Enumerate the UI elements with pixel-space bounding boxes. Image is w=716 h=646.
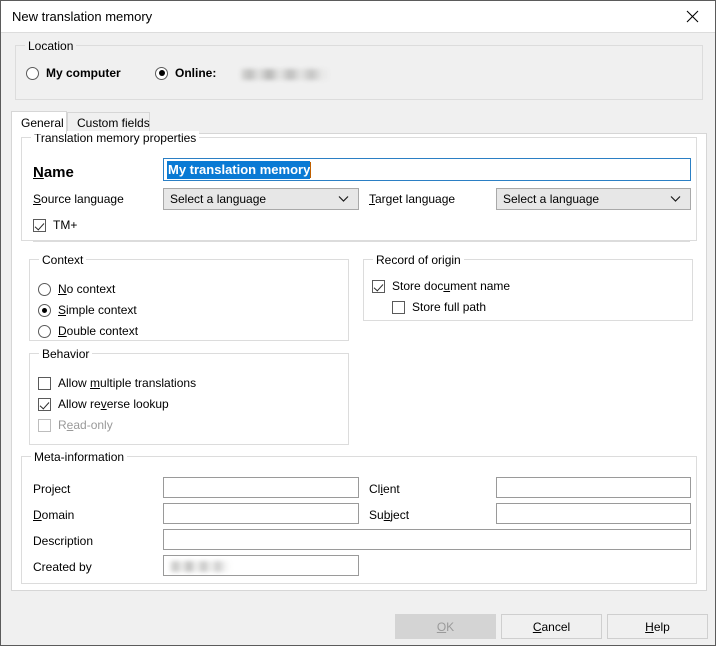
tab-general[interactable]: General <box>11 111 67 134</box>
created-by-input[interactable] <box>163 555 359 576</box>
radio-no-context[interactable]: No context <box>38 282 115 296</box>
context-group: Context No context Simple context Double… <box>29 259 349 341</box>
footer-separator <box>1 597 715 598</box>
radio-my-computer[interactable]: My computer <box>26 66 121 80</box>
checkbox-allow-multiple-translations[interactable]: Allow multiple translations <box>38 376 196 390</box>
close-icon[interactable] <box>670 1 715 31</box>
tab-custom-fields-label: Custom fields <box>77 116 150 130</box>
cancel-button[interactable]: Cancel <box>501 614 602 639</box>
checkbox-read-only-label: Read-only <box>58 418 113 432</box>
created-by-label: Created by <box>33 560 92 574</box>
checkbox-tm-plus-indicator <box>33 219 46 232</box>
name-label: Name <box>33 164 74 181</box>
project-label: Project <box>33 482 70 496</box>
behavior-legend: Behavior <box>39 347 92 361</box>
domain-label: Domain <box>33 508 74 522</box>
location-legend: Location <box>25 39 76 53</box>
chevron-down-icon <box>338 196 349 203</box>
source-language-select[interactable]: Select a language <box>163 188 359 210</box>
radio-online-indicator <box>155 67 168 80</box>
checkbox-store-document-name-label: Store document name <box>392 279 510 293</box>
source-language-value: Select a language <box>170 192 266 206</box>
radio-simple-context-label: Simple context <box>58 303 137 317</box>
checkbox-store-document-name-indicator <box>372 280 385 293</box>
checkbox-allow-reverse-lookup[interactable]: Allow reverse lookup <box>38 397 169 411</box>
checkbox-store-full-path[interactable]: Store full path <box>392 300 486 314</box>
checkbox-allow-multiple-translations-indicator <box>38 377 51 390</box>
window-title: New translation memory <box>12 9 152 24</box>
radio-no-context-label: No context <box>58 282 115 296</box>
client-input[interactable] <box>496 477 691 498</box>
description-input[interactable] <box>163 529 691 550</box>
record-of-origin-legend: Record of origin <box>373 253 464 267</box>
record-of-origin-group: Record of origin Store document name Sto… <box>363 259 693 321</box>
radio-simple-context[interactable]: Simple context <box>38 303 137 317</box>
tab-custom-fields[interactable]: Custom fields <box>67 112 150 133</box>
radio-double-context-indicator <box>38 325 51 338</box>
tab-general-label: General <box>21 116 64 130</box>
help-button[interactable]: Help <box>607 614 708 639</box>
name-input-value: My translation memory <box>167 161 310 179</box>
checkbox-tm-plus[interactable]: TM+ <box>33 218 77 232</box>
location-group: Location My computer Online: <box>15 45 703 100</box>
new-translation-memory-dialog: New translation memory Location My compu… <box>0 0 716 646</box>
radio-no-context-indicator <box>38 283 51 296</box>
client-label: Client <box>369 482 400 496</box>
radio-double-context-label: Double context <box>58 324 138 338</box>
radio-online-label: Online: <box>175 66 216 80</box>
chevron-down-icon <box>670 196 681 203</box>
domain-input[interactable] <box>163 503 359 524</box>
checkbox-allow-reverse-lookup-indicator <box>38 398 51 411</box>
subject-label: Subject <box>369 508 409 522</box>
source-language-label: Source language <box>33 192 124 206</box>
context-legend: Context <box>39 253 86 267</box>
target-language-select[interactable]: Select a language <box>496 188 691 210</box>
checkbox-read-only: Read-only <box>38 418 113 432</box>
description-label: Description <box>33 534 93 548</box>
checkbox-store-document-name[interactable]: Store document name <box>372 279 510 293</box>
ok-button-label: OK <box>437 620 454 634</box>
radio-double-context[interactable]: Double context <box>38 324 138 338</box>
checkbox-tm-plus-label: TM+ <box>53 218 77 232</box>
checkbox-read-only-indicator <box>38 419 51 432</box>
behavior-group: Behavior Allow multiple translations All… <box>29 353 349 445</box>
created-by-value-redacted <box>170 561 230 572</box>
online-value-redacted <box>241 69 329 80</box>
radio-my-computer-label: My computer <box>46 66 121 80</box>
checkbox-allow-reverse-lookup-label: Allow reverse lookup <box>58 397 169 411</box>
close-glyph <box>686 10 699 23</box>
target-language-value: Select a language <box>503 192 599 206</box>
radio-online[interactable]: Online: <box>155 66 216 80</box>
title-bar: New translation memory <box>1 1 715 33</box>
properties-divider <box>33 241 690 242</box>
ok-button: OK <box>395 614 496 639</box>
name-input[interactable]: My translation memory <box>163 158 691 181</box>
tab-strip: General Custom fields <box>11 111 707 133</box>
cancel-button-label: Cancel <box>533 620 570 634</box>
subject-input[interactable] <box>496 503 691 524</box>
meta-information-legend: Meta-information <box>31 450 127 464</box>
project-input[interactable] <box>163 477 359 498</box>
help-button-label: Help <box>645 620 670 634</box>
radio-simple-context-indicator <box>38 304 51 317</box>
checkbox-allow-multiple-translations-label: Allow multiple translations <box>58 376 196 390</box>
checkbox-store-full-path-label: Store full path <box>412 300 486 314</box>
target-language-label: Target language <box>369 192 455 206</box>
checkbox-store-full-path-indicator <box>392 301 405 314</box>
text-caret <box>310 162 311 178</box>
radio-my-computer-indicator <box>26 67 39 80</box>
